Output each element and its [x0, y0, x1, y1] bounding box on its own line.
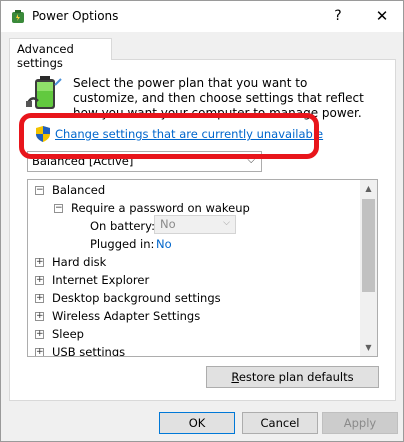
title-bar[interactable]: Power Options ? ✕ [1, 1, 403, 32]
tree-item-label: Wireless Adapter Settings [52, 309, 201, 323]
plugged-in-label: Plugged in: [90, 237, 155, 251]
expand-icon[interactable]: + [35, 276, 44, 285]
on-battery-label: On battery: [90, 219, 156, 233]
settings-tree[interactable]: − Balanced − Require a password on wakeu… [27, 179, 378, 357]
tree-item-sleep[interactable]: + Sleep [28, 326, 358, 344]
expand-icon[interactable]: + [35, 348, 44, 356]
tree-item-label: USB settings [52, 345, 126, 357]
power-plan-dropdown[interactable]: Balanced [Active] ⌵ [27, 151, 262, 172]
tree-item-label: Require a password on wakeup [71, 201, 250, 215]
expand-icon[interactable]: + [35, 258, 44, 267]
collapse-icon[interactable]: − [35, 186, 44, 195]
power-options-window: Power Options ? ✕ Advanced settings Sele… [0, 0, 404, 442]
on-battery-value: No [160, 217, 176, 231]
intro-text: Select the power plan that you want to c… [73, 76, 364, 120]
collapse-icon[interactable]: − [54, 204, 63, 213]
restore-plan-defaults-button[interactable]: Restore plan defaults [206, 366, 379, 388]
tab-advanced-settings[interactable]: Advanced settings [9, 38, 112, 70]
cancel-button[interactable]: Cancel [242, 412, 318, 434]
scroll-up-arrow-icon[interactable]: ▲ [360, 180, 377, 197]
restore-accelerator: R [231, 370, 239, 384]
tree-item-internet-explorer[interactable]: + Internet Explorer [28, 272, 358, 290]
plugged-in-value[interactable]: No [156, 237, 172, 251]
on-battery-dropdown: No ⌵ [154, 215, 236, 234]
chevron-down-icon: ⌵ [223, 218, 230, 228]
tree-item-hard-disk[interactable]: + Hard disk [28, 254, 358, 272]
apply-button[interactable]: Apply [322, 412, 398, 434]
tree-item-desktop-background[interactable]: + Desktop background settings [28, 290, 358, 308]
expand-icon[interactable]: + [35, 294, 44, 303]
expand-icon[interactable]: + [35, 312, 44, 321]
change-settings-link[interactable]: Change settings that are currently unava… [55, 127, 323, 141]
scroll-thumb[interactable] [362, 199, 375, 292]
power-plan-dropdown-value: Balanced [Active] [32, 154, 134, 168]
power-options-icon [12, 10, 24, 23]
tree-item-label: Desktop background settings [52, 291, 221, 305]
chevron-down-icon: ⌵ [247, 155, 255, 166]
scroll-down-arrow-icon[interactable]: ▼ [360, 339, 377, 356]
tree-item-label: Internet Explorer [52, 273, 150, 287]
tree-item-label: Sleep [52, 327, 84, 341]
tree-scrollbar[interactable]: ▲ ▼ [360, 180, 377, 356]
tree-item-plugged-in[interactable]: Plugged in: No [28, 236, 358, 254]
tree-item-label: Balanced [52, 183, 106, 197]
window-title: Power Options [32, 9, 119, 23]
uac-shield-icon [36, 126, 50, 142]
close-button[interactable]: ✕ [367, 4, 397, 28]
tree-item-label: Hard disk [52, 255, 107, 269]
expand-icon[interactable]: + [35, 330, 44, 339]
help-button[interactable]: ? [324, 4, 352, 28]
ok-button[interactable]: OK [159, 412, 235, 434]
tree-item-balanced[interactable]: − Balanced [28, 182, 358, 200]
battery-plug-icon [26, 76, 62, 109]
tree-item-wireless-adapter[interactable]: + Wireless Adapter Settings [28, 308, 358, 326]
restore-label: estore plan defaults [238, 370, 354, 384]
tree-item-usb-settings[interactable]: + USB settings [28, 344, 358, 357]
